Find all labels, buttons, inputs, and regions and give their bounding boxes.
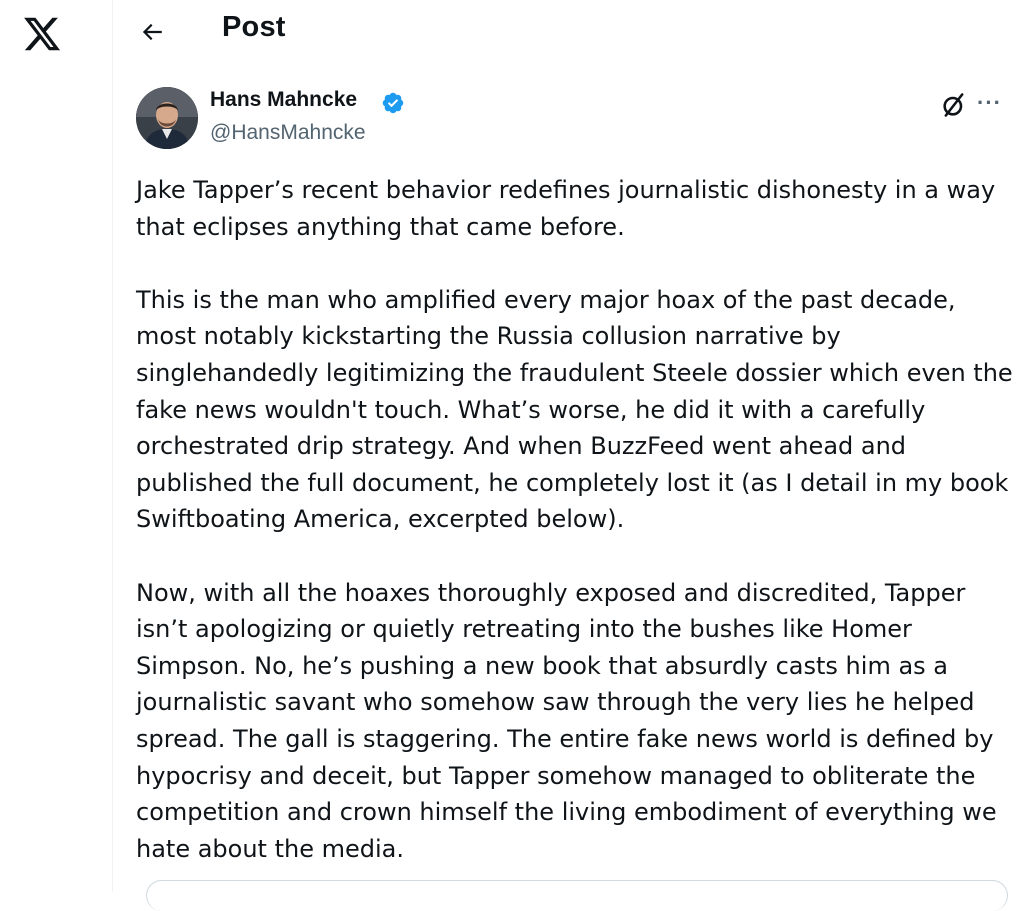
- x-logo-icon[interactable]: [20, 14, 64, 54]
- arrow-left-icon: [142, 23, 162, 41]
- grok-icon[interactable]: [940, 91, 968, 119]
- verified-badge-icon: [382, 92, 404, 114]
- author-handle[interactable]: @HansMahncke: [210, 121, 366, 145]
- post-paragraph-2: This is the man who amplified every majo…: [136, 285, 1013, 534]
- quoted-media-card[interactable]: [146, 880, 1008, 911]
- avatar[interactable]: [136, 87, 198, 149]
- post-paragraph-3: Now, with all the hoaxes thoroughly expo…: [136, 578, 997, 863]
- author-name[interactable]: Hans Mahncke: [210, 88, 357, 112]
- back-button[interactable]: [130, 10, 174, 54]
- left-nav-rail: [0, 0, 113, 892]
- page-title: Post: [222, 11, 286, 43]
- post-text: Jake Tapper’s recent behavior redefines …: [136, 172, 1016, 904]
- more-options-icon[interactable]: ···: [977, 90, 1002, 116]
- avatar-image: [136, 87, 198, 149]
- post-paragraph-1: Jake Tapper’s recent behavior redefines …: [136, 176, 996, 241]
